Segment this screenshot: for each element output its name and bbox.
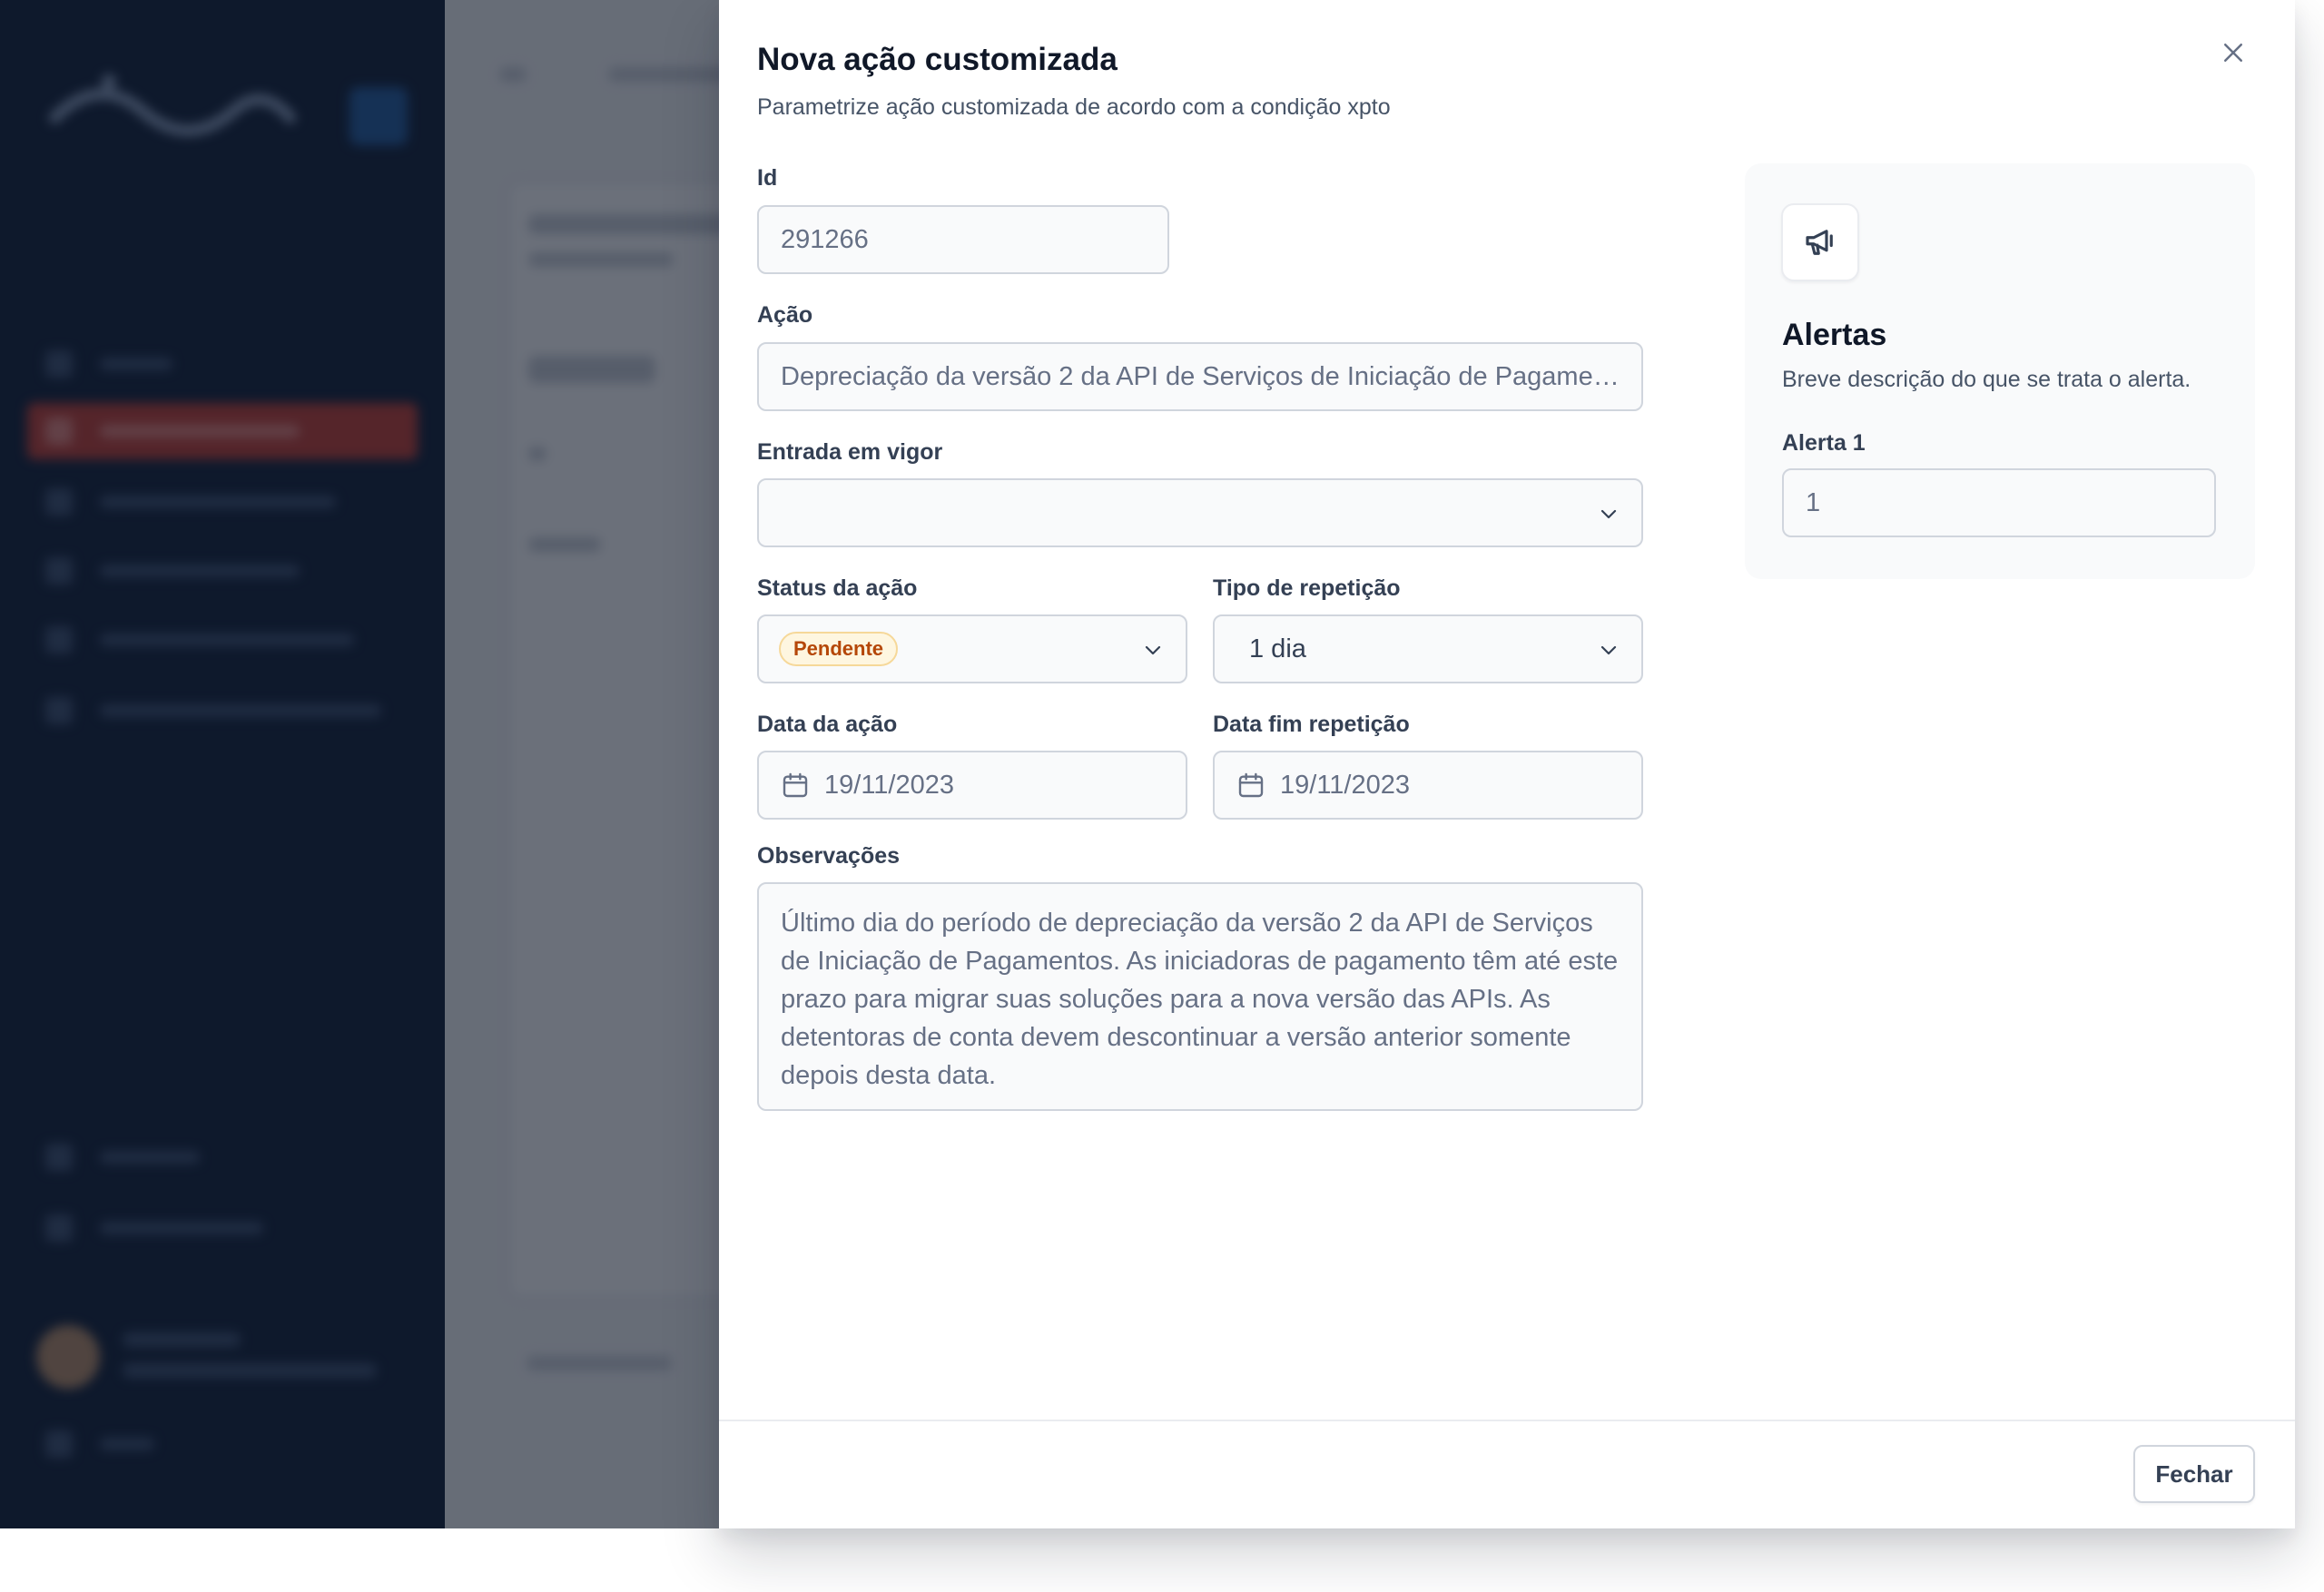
footer-divider	[719, 1420, 2295, 1421]
alerta-1-label: Alerta 1	[1782, 430, 1866, 456]
data-acao-label: Data da ação	[757, 712, 898, 737]
acao-label: Ação	[757, 302, 813, 328]
drawer-subtitle: Parametrize ação customizada de acordo c…	[757, 94, 1391, 120]
id-value: 291266	[781, 224, 869, 254]
calendar-icon	[1238, 772, 1264, 798]
data-fim-repeticao-field[interactable]: 19/11/2023	[1213, 751, 1643, 820]
megaphone-icon	[1806, 230, 1833, 255]
tipo-repeticao-select[interactable]: 1 dia	[1213, 614, 1643, 683]
chevron-down-icon	[1145, 645, 1161, 655]
close-button[interactable]	[2211, 31, 2255, 74]
data-acao-value: 19/11/2023	[824, 770, 954, 800]
alerts-title: Alertas	[1782, 318, 1887, 352]
acao-value: Depreciação da versão 2 da API de Serviç…	[781, 361, 1620, 391]
entrada-em-vigor-label: Entrada em vigor	[757, 439, 943, 465]
status-acao-label: Status da ação	[757, 575, 918, 601]
drawer-title: Nova ação customizada	[757, 42, 1118, 77]
status-badge: Pendente	[779, 632, 899, 666]
alerta-1-field[interactable]: 1	[1782, 468, 2216, 537]
observacoes-value: Último dia do período de depreciação da …	[781, 909, 1619, 1090]
tipo-repeticao-label: Tipo de repetição	[1213, 575, 1401, 601]
id-label: Id	[757, 165, 778, 191]
data-fim-repeticao-value: 19/11/2023	[1280, 770, 1410, 800]
alerts-icon-container	[1781, 203, 1859, 281]
chevron-down-icon	[1600, 509, 1617, 519]
tipo-repeticao-value: 1 dia	[1249, 634, 1306, 663]
acao-field[interactable]: Depreciação da versão 2 da API de Serviç…	[757, 342, 1643, 411]
data-fim-repeticao-label: Data fim repetição	[1213, 712, 1410, 737]
status-acao-select[interactable]: Pendente	[757, 614, 1187, 683]
observacoes-textarea[interactable]: Último dia do período de depreciação da …	[757, 882, 1643, 1111]
chevron-down-icon	[1600, 645, 1617, 655]
alerts-description: Breve descrição do que se trata o alerta…	[1782, 367, 2191, 392]
entrada-em-vigor-select[interactable]	[757, 478, 1643, 547]
id-field[interactable]: 291266	[757, 205, 1169, 274]
calendar-icon	[783, 772, 808, 798]
observacoes-label: Observações	[757, 843, 901, 869]
alerta-1-value: 1	[1806, 487, 1821, 517]
data-acao-field[interactable]: 19/11/2023	[757, 751, 1187, 820]
close-drawer-button[interactable]: Fechar	[2133, 1445, 2255, 1503]
close-icon	[2224, 44, 2242, 62]
